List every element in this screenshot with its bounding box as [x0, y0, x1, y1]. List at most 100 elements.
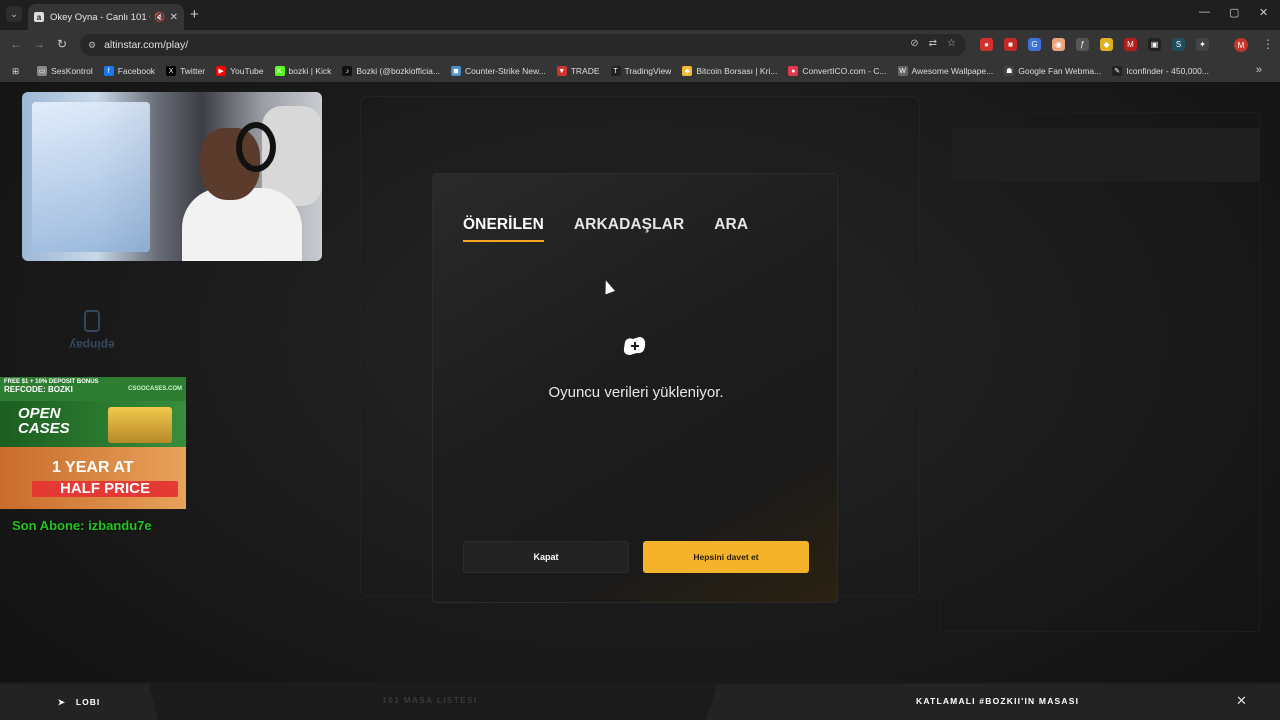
bookmark-label: Bitcoin Borsası | Kri...: [696, 66, 778, 76]
game-bottom-bar: ➤ LOBI 101 MASA LISTESI KATLAMALI #BOZKI…: [0, 682, 1280, 720]
bookmark-item[interactable]: X Twitter: [166, 66, 205, 76]
address-bar[interactable]: ⚙ altinstar.com/play/ ⊘ ⇄ ☆: [80, 34, 966, 56]
translate-icon[interactable]: ⇄: [929, 38, 937, 49]
browser-menu-icon[interactable]: ⋮: [1262, 37, 1274, 51]
extension-2-icon[interactable]: ■: [1004, 38, 1017, 51]
bookmark-item[interactable]: f Facebook: [103, 66, 156, 76]
sponsor-banner: FREE $1 + 10% DEPOSIT BONUS REFCODE: BOZ…: [0, 377, 186, 509]
webcam-pc-case: [32, 102, 150, 252]
folder-icon: ▭: [37, 66, 48, 76]
extension-8-icon[interactable]: ▣: [1148, 38, 1161, 51]
bookmark-label: ConvertICO.com - C...: [802, 66, 887, 76]
bookmark-label: TRADE: [570, 66, 600, 76]
window-close-icon[interactable]: ✕: [1259, 6, 1268, 19]
bookmark-label: Iconfinder - 450,000...: [1126, 66, 1209, 76]
webcam-person-body: [182, 188, 302, 261]
tab-close-icon[interactable]: ✕: [170, 12, 178, 23]
extension-3-icon[interactable]: G: [1028, 38, 1041, 51]
gamepad-plus-icon: [623, 337, 646, 355]
bookmark-item[interactable]: ▼ TRADE: [556, 66, 600, 76]
bookmark-item[interactable]: ◼ Counter-Strike New...: [450, 66, 546, 76]
tradingview-icon: T: [610, 66, 621, 76]
browser-tabbar: ⌄ a Okey Oyna - Canlı 101 Okey 🔇 ✕ + — ▢…: [0, 0, 1280, 30]
bookmark-item[interactable]: ♪ Bozki (@bozkiofficia...: [342, 66, 440, 76]
epinpay-logo: epinpay: [60, 310, 124, 364]
bookmark-item[interactable]: ▭ SesKontrol: [37, 66, 93, 76]
last-subscriber-text: Son Abone: izbandu7e: [12, 518, 152, 533]
x-icon: X: [166, 66, 177, 76]
site-settings-icon[interactable]: ⚙: [88, 40, 96, 51]
bookmark-item[interactable]: ◆ Bitcoin Borsası | Kri...: [682, 66, 777, 76]
bookmarks-bar: ⊞ ▭ SesKontrol f Facebook X Twitter ▶ YouTube Kb…: [0, 60, 1280, 82]
extensions-puzzle-icon[interactable]: ✦: [1196, 38, 1209, 51]
fan-icon: ☗: [1004, 66, 1015, 76]
camera-blocked-icon[interactable]: ⊘: [910, 38, 918, 49]
banner-chest-icon: [108, 407, 172, 443]
banner-refcode: REFCODE: BOZKI: [4, 385, 73, 394]
bookmark-star-icon[interactable]: ☆: [947, 38, 956, 49]
banner-open-cases: OPEN CASES: [18, 405, 70, 437]
banner-year-text: 1 YEAR AT: [52, 459, 134, 476]
bookmarks-overflow-icon[interactable]: »: [1256, 64, 1262, 76]
invite-all-button[interactable]: Hepsini davet et: [643, 541, 809, 573]
extension-7-icon[interactable]: M: [1124, 38, 1137, 51]
close-button[interactable]: Kapat: [463, 541, 629, 573]
background-right-panel: [940, 112, 1260, 632]
extension-1-icon[interactable]: ●: [980, 38, 993, 51]
lobby-button[interactable]: ➤ LOBI: [0, 684, 158, 720]
extension-9-icon[interactable]: S: [1172, 38, 1185, 51]
bookmark-label: Awesome Wallpape...: [911, 66, 994, 76]
extension-5-icon[interactable]: ƒ: [1076, 38, 1089, 51]
tab-arkadaslar[interactable]: ARKADAŞLAR: [574, 216, 684, 242]
background-info-panel: [952, 128, 1260, 182]
bookmark-item[interactable]: ▶ YouTube: [216, 66, 264, 76]
minimize-icon[interactable]: —: [1199, 6, 1210, 18]
extension-4-icon[interactable]: ◉: [1052, 38, 1065, 51]
current-table-title: KATLAMALI #BOZKII'IN MASASI: [916, 696, 1080, 706]
maximize-icon[interactable]: ▢: [1229, 6, 1239, 19]
close-table-icon[interactable]: ✕: [1236, 693, 1247, 709]
bookmark-label: Counter-Strike New...: [464, 66, 546, 76]
tab-ara[interactable]: ARA: [714, 216, 748, 242]
tab-muted-icon[interactable]: 🔇: [154, 12, 165, 23]
bookmark-label: SesKontrol: [51, 66, 93, 76]
bookmark-item[interactable]: T TradingView: [610, 66, 672, 76]
youtube-icon: ▶: [216, 66, 227, 76]
bookmark-item[interactable]: ● ConvertICO.com - C...: [788, 66, 887, 76]
bookmark-item[interactable]: Kbozki | Kick: [274, 66, 332, 76]
loading-status-text: Oyuncu verileri yükleniyor.: [548, 384, 724, 401]
bookmark-label: YouTube: [230, 66, 264, 76]
reload-icon[interactable]: ↻: [57, 37, 67, 51]
bookmark-item[interactable]: W Awesome Wallpape...: [897, 66, 994, 76]
kick-icon: K: [274, 66, 285, 76]
extension-6-icon[interactable]: ◆: [1100, 38, 1113, 51]
bookmark-label: Facebook: [117, 66, 156, 76]
iconfinder-icon: ✎: [1112, 66, 1123, 76]
bookmark-item[interactable]: ✎ Iconfinder - 450,000...: [1112, 66, 1209, 76]
profile-avatar[interactable]: M: [1234, 38, 1248, 52]
table-list-tab[interactable]: 101 MASA LISTESI: [340, 696, 520, 705]
binance-icon: ◆: [682, 66, 693, 76]
back-icon[interactable]: ←: [10, 37, 22, 51]
converticon-icon: ●: [788, 66, 799, 76]
webcam-headphones: [236, 122, 276, 172]
browser-tab-active[interactable]: a Okey Oyna - Canlı 101 Okey 🔇 ✕: [28, 4, 184, 30]
bookmark-label: Google Fan Webma...: [1018, 66, 1102, 76]
trade-icon: ▼: [556, 66, 567, 76]
tab-search-button[interactable]: ⌄: [6, 6, 22, 22]
streamer-webcam: [22, 92, 322, 261]
forward-icon[interactable]: →: [33, 37, 45, 51]
apps-grid-icon[interactable]: ⊞: [12, 66, 19, 77]
browser-toolbar: ← → ↻ ⚙ altinstar.com/play/ ⊘ ⇄ ☆ ● ■ G …: [0, 30, 1280, 60]
url-text: altinstar.com/play/: [104, 39, 189, 51]
bookmark-label: Twitter: [180, 66, 206, 76]
wallpaper-icon: W: [897, 66, 908, 76]
cs-icon: ◼: [450, 66, 461, 76]
game-page: epinpay FREE $1 + 10% DEPOSIT BONUS REFC…: [0, 82, 1280, 720]
new-tab-button[interactable]: +: [190, 6, 199, 23]
bookmark-label: TradingView: [624, 66, 672, 76]
banner-half-price: HALF PRICE: [32, 481, 178, 497]
bookmark-item[interactable]: ☗ Google Fan Webma...: [1004, 66, 1101, 76]
tab-onerilen[interactable]: ÖNERİLEN: [463, 216, 544, 242]
bookmark-label: bozki | Kick: [288, 66, 332, 76]
